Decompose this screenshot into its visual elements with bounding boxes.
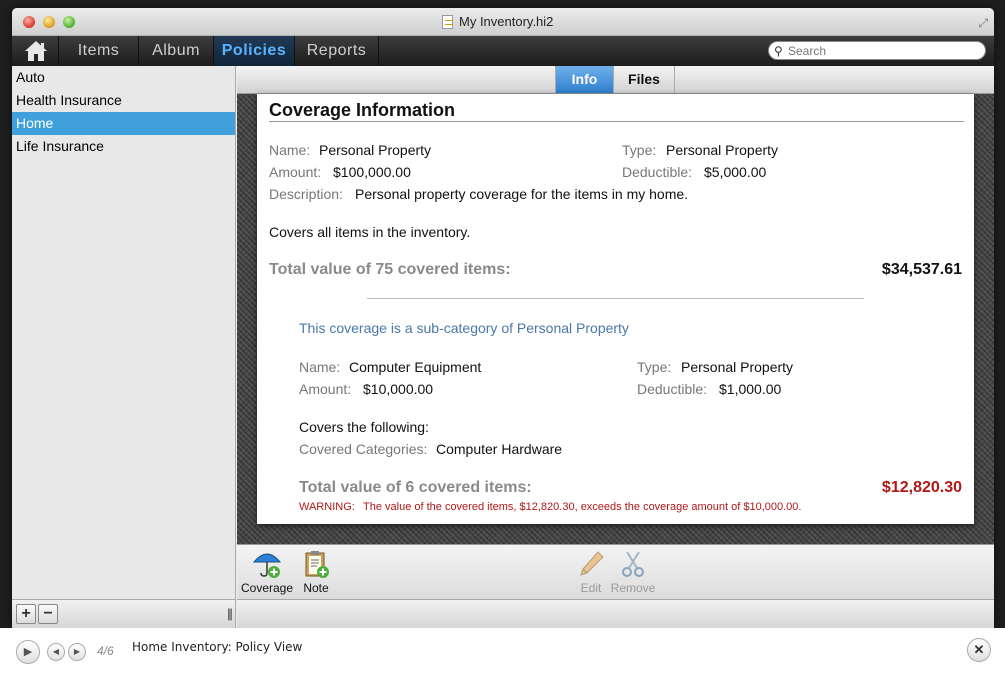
coverage-button-label: Coverage: [241, 581, 294, 595]
action-bar: Coverage Note Edit Remove: [237, 544, 994, 599]
sub-name-label: Name:: [299, 359, 341, 375]
scissors-icon: [618, 549, 648, 579]
description-label: Description:: [269, 186, 343, 202]
tab-info[interactable]: Info: [555, 66, 613, 93]
remove-button[interactable]: Remove: [607, 549, 659, 595]
remove-button-label: Remove: [610, 581, 656, 595]
deductible-label: Deductible:: [622, 164, 693, 180]
tab-files[interactable]: Files: [613, 66, 675, 93]
fullscreen-icon[interactable]: ⤢: [978, 16, 988, 31]
zoom-window-button[interactable]: [63, 16, 75, 28]
covers-text: Covers all items in the inventory.: [269, 224, 471, 240]
status-bar: [237, 599, 994, 628]
sub-amount-label: Amount:: [299, 381, 352, 397]
total-label: Total value of 75 covered items:: [269, 261, 511, 278]
sub-type-label: Type:: [637, 359, 672, 375]
sidebar-item-health-insurance[interactable]: Health Insurance: [12, 89, 235, 112]
splitter-handle-icon[interactable]: |||: [227, 606, 233, 621]
next-button[interactable]: ▶: [68, 643, 86, 661]
previous-button[interactable]: ◀: [47, 643, 65, 661]
tab-policies[interactable]: Policies: [214, 36, 295, 66]
title-bar: My Inventory.hi2 ⤢: [12, 8, 994, 36]
add-policy-button[interactable]: +: [16, 604, 36, 624]
covered-categories-value: Computer Hardware: [436, 441, 563, 457]
remove-policy-button[interactable]: −: [38, 604, 58, 624]
warning-text: The value of the covered items, $12,820.…: [363, 501, 802, 513]
total-value: $34,537.61: [881, 261, 962, 278]
type-value: Personal Property: [666, 142, 779, 158]
sub-type-value: Personal Property: [681, 359, 794, 375]
search-box[interactable]: ⚲: [768, 41, 986, 60]
pencil-icon: [576, 549, 606, 579]
sidebar-item-auto[interactable]: Auto: [12, 66, 235, 89]
home-icon: [25, 41, 47, 61]
sub-total-value: $12,820.30: [881, 479, 962, 496]
play-button[interactable]: ▶: [16, 640, 40, 664]
app-window: My Inventory.hi2 ⤢ Items Album Policies …: [12, 8, 994, 628]
tab-reports[interactable]: Reports: [295, 36, 379, 66]
sidebar-item-home[interactable]: Home: [12, 112, 235, 135]
sub-amount-value: $10,000.00: [363, 381, 434, 397]
page-counter: 4/6: [97, 644, 114, 658]
section-title: Coverage Information: [269, 100, 456, 120]
home-button[interactable]: [12, 36, 59, 66]
covered-categories-label: Covered Categories:: [299, 441, 428, 457]
document-icon: [442, 15, 453, 29]
playback-caption: Home Inventory: Policy View: [132, 640, 303, 654]
add-note-button[interactable]: Note: [290, 549, 342, 595]
name-value: Personal Property: [319, 142, 432, 158]
sub-name-value: Computer Equipment: [349, 359, 482, 375]
sidebar-item-life-insurance[interactable]: Life Insurance: [12, 135, 235, 158]
amount-value: $100,000.00: [333, 164, 411, 180]
view-segment-bar: Info Files: [237, 66, 994, 94]
sub-total-label: Total value of 6 covered items:: [299, 479, 532, 496]
close-playback-button[interactable]: ✕: [967, 638, 991, 662]
description-value: Personal property coverage for the items…: [355, 186, 689, 202]
amount-label: Amount:: [269, 164, 322, 180]
name-label: Name:: [269, 142, 311, 158]
sidebar-footer: + − |||: [12, 599, 236, 628]
minimize-window-button[interactable]: [43, 16, 55, 28]
note-add-icon: [301, 549, 331, 579]
type-label: Type:: [622, 142, 657, 158]
search-icon: ⚲: [774, 44, 783, 58]
add-coverage-button[interactable]: Coverage: [241, 549, 293, 595]
close-window-button[interactable]: [23, 16, 35, 28]
warning-label: WARNING:: [299, 501, 355, 513]
playback-bar: ▶ ◀ ▶ 4/6 Home Inventory: Policy View ✕: [0, 628, 1005, 680]
sub-covers-text: Covers the following:: [299, 419, 429, 435]
note-button-label: Note: [303, 581, 329, 595]
window-title: My Inventory.hi2: [459, 14, 554, 29]
tab-album[interactable]: Album: [139, 36, 214, 66]
subcategory-heading: This coverage is a sub-category of Perso…: [299, 320, 629, 336]
section-divider: [367, 298, 864, 299]
umbrella-add-icon: [252, 549, 282, 579]
title-divider: [269, 121, 964, 122]
main-toolbar: Items Album Policies Reports ⚲: [12, 36, 994, 66]
coverage-sheet: Coverage Information Name: Personal Prop…: [257, 94, 974, 524]
tab-items[interactable]: Items: [59, 36, 139, 66]
policy-list: Auto Health Insurance Home Life Insuranc…: [12, 66, 236, 599]
sub-deductible-label: Deductible:: [637, 381, 708, 397]
sub-deductible-value: $1,000.00: [719, 381, 782, 397]
deductible-value: $5,000.00: [704, 164, 767, 180]
search-input[interactable]: [788, 44, 978, 58]
